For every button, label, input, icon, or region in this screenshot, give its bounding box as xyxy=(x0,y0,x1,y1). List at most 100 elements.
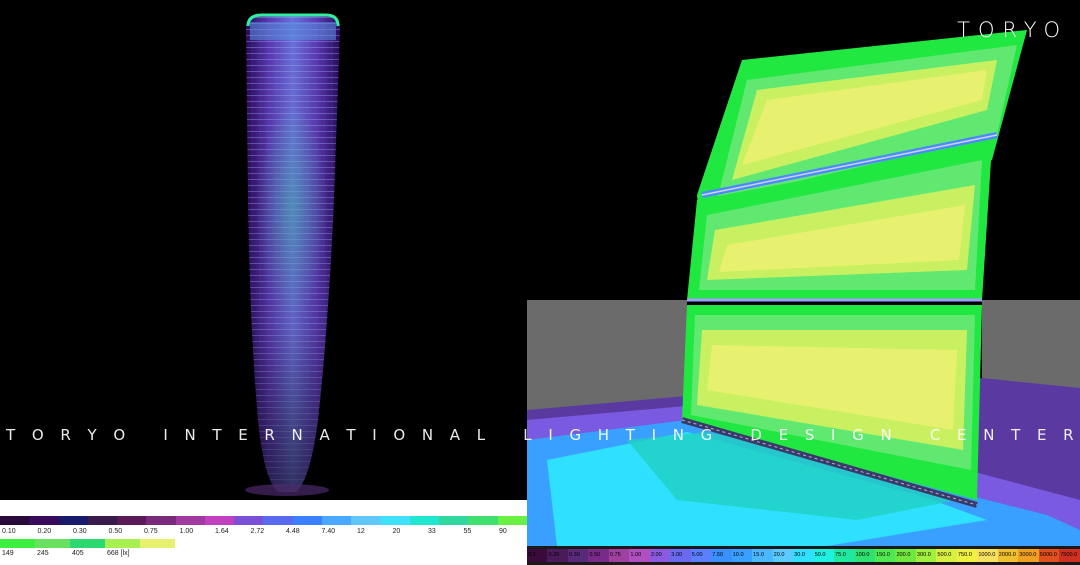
legend-tick-label: 245 xyxy=(37,550,49,557)
legend-swatch: 7.50 xyxy=(711,549,732,562)
watermark-char: G xyxy=(700,426,713,444)
legend-swatch xyxy=(105,539,140,548)
legend-tick-label: 0.50 xyxy=(108,528,123,535)
legend-swatch xyxy=(146,516,176,525)
legend-tick-label: 20 xyxy=(392,528,401,535)
watermark-char: R xyxy=(60,426,71,444)
watermark-banner: TORYO INTERNATIONAL LIGHTING DESIGN CENT… xyxy=(0,424,1080,446)
legend-swatch: 50.0 xyxy=(813,549,835,562)
legend-swatch xyxy=(87,516,118,525)
right-legend: 0.1 0.20 0.30 0.50 0.75 1.00 2.00 3.00 5.00 7.50 1… xyxy=(527,546,1080,565)
legend-swatch: 500.0 xyxy=(936,549,957,562)
legend-swatch xyxy=(58,516,88,525)
watermark-char: I xyxy=(831,426,836,444)
watermark-char: I xyxy=(163,426,168,444)
legend-swatch xyxy=(70,539,105,548)
watermark-char: N xyxy=(672,426,684,444)
legend-swatch xyxy=(380,516,410,525)
legend-swatch xyxy=(140,539,175,548)
legend-swatch: 15.0 xyxy=(752,549,773,562)
watermark-char xyxy=(729,426,734,444)
legend-swatch xyxy=(468,516,498,525)
watermark-char: N xyxy=(421,426,434,444)
legend-swatch: 0.20 xyxy=(547,549,568,562)
watermark-char: O xyxy=(31,426,44,444)
right-wall xyxy=(982,300,1080,390)
watermark-char: N xyxy=(983,426,995,444)
legend-swatch: 0.75 xyxy=(608,549,630,562)
watermark-char: E xyxy=(957,426,967,444)
legend-swatch xyxy=(497,516,527,525)
legend-tick-label: 90 xyxy=(499,528,507,535)
watermark-char: O xyxy=(393,426,406,444)
watermark-char: C xyxy=(929,426,941,444)
watermark-char: A xyxy=(319,426,330,444)
legend-swatch xyxy=(321,516,352,525)
legend-swatch: 10.0 xyxy=(731,549,753,562)
legend-swatch xyxy=(438,516,469,525)
legend-tick-label: 2.72 xyxy=(250,528,265,535)
watermark-char: G xyxy=(569,426,582,444)
legend-tick-label: 0.10 xyxy=(2,528,16,535)
watermark-char: E xyxy=(238,426,248,444)
legend-swatch: 5.00 xyxy=(690,549,712,562)
legend-swatch: 75.0 xyxy=(834,549,855,562)
legend-swatch: 300.0 xyxy=(915,549,937,562)
legend-swatch xyxy=(409,516,439,525)
legend-swatch xyxy=(351,516,381,525)
watermark-char: R xyxy=(1063,426,1074,444)
legend-swatch: 750.0 xyxy=(956,549,978,562)
watermark-char: T xyxy=(625,426,635,444)
legend-tick-label: 0.20 xyxy=(37,528,52,535)
legend-tick-label: 1.64 xyxy=(215,528,229,535)
watermark-char xyxy=(142,426,147,444)
legend-swatch xyxy=(35,539,70,548)
legend-tick-label: 149 xyxy=(2,550,14,557)
watermark-char: R xyxy=(264,426,275,444)
watermark-char: I xyxy=(548,426,553,444)
legend-swatch xyxy=(117,516,147,525)
legend-swatch: 2000.0 xyxy=(997,549,1019,562)
legend-swatch: 1000.0 xyxy=(977,549,998,562)
legend-swatch: 0.30 xyxy=(567,549,589,562)
legend-swatch: 100.0 xyxy=(854,549,875,562)
legend-tick-label: 55 xyxy=(463,528,472,535)
watermark-char: T xyxy=(1011,426,1021,444)
legend-swatch: 3000.0 xyxy=(1018,549,1039,562)
watermark-char: H xyxy=(597,426,610,444)
watermark-char: E xyxy=(778,426,789,444)
legend-swatch: 2.00 xyxy=(649,549,671,562)
right-render-panel: TORYO 0.1 0.20 0.30 0.50 0.75 1.00 2.00 3.00 5.0… xyxy=(527,0,1080,565)
watermark-char: L xyxy=(523,426,532,444)
legend-tick-label: 0.30 xyxy=(73,528,87,535)
legend-swatch xyxy=(0,539,35,548)
watermark-char: T xyxy=(212,426,222,444)
left-legend-swatches xyxy=(0,516,527,525)
left-render-panel: 0.10 0.20 0.30 0.50 0.75 1.00 1.64 2.72 4.48 7.40… xyxy=(0,0,527,565)
watermark-char: Y xyxy=(87,426,97,444)
legend-swatch xyxy=(0,516,30,525)
legend-tick-label: 0.75 xyxy=(144,528,158,535)
watermark-char: A xyxy=(449,426,461,444)
legend-tick-label: 1.00 xyxy=(179,528,194,535)
watermark-char: I xyxy=(372,426,377,444)
legend-swatch: 1.00 xyxy=(629,549,650,562)
watermark-char: T xyxy=(346,426,356,444)
legend-swatch: 150.0 xyxy=(874,549,896,562)
legend-tick-label: 33 xyxy=(428,528,436,535)
watermark-char: S xyxy=(804,426,815,444)
watermark-char: D xyxy=(750,426,762,444)
legend-tick-label: 12 xyxy=(357,528,365,535)
legend-swatch xyxy=(204,516,235,525)
watermark-char: N xyxy=(880,426,892,444)
watermark-char: T xyxy=(6,426,16,444)
legend-tick-label: 668 [lx] xyxy=(107,550,130,557)
watermark-char: G xyxy=(852,426,864,444)
legend-swatch: 200.0 xyxy=(895,549,916,562)
legend-swatch: 30.0 xyxy=(793,549,814,562)
watermark-char: E xyxy=(1037,426,1047,444)
legend-swatch: 0.50 xyxy=(588,549,609,562)
legend-tick-label: 7.40 xyxy=(321,528,336,535)
watermark-char: N xyxy=(184,426,196,444)
legend-swatch xyxy=(234,516,264,525)
